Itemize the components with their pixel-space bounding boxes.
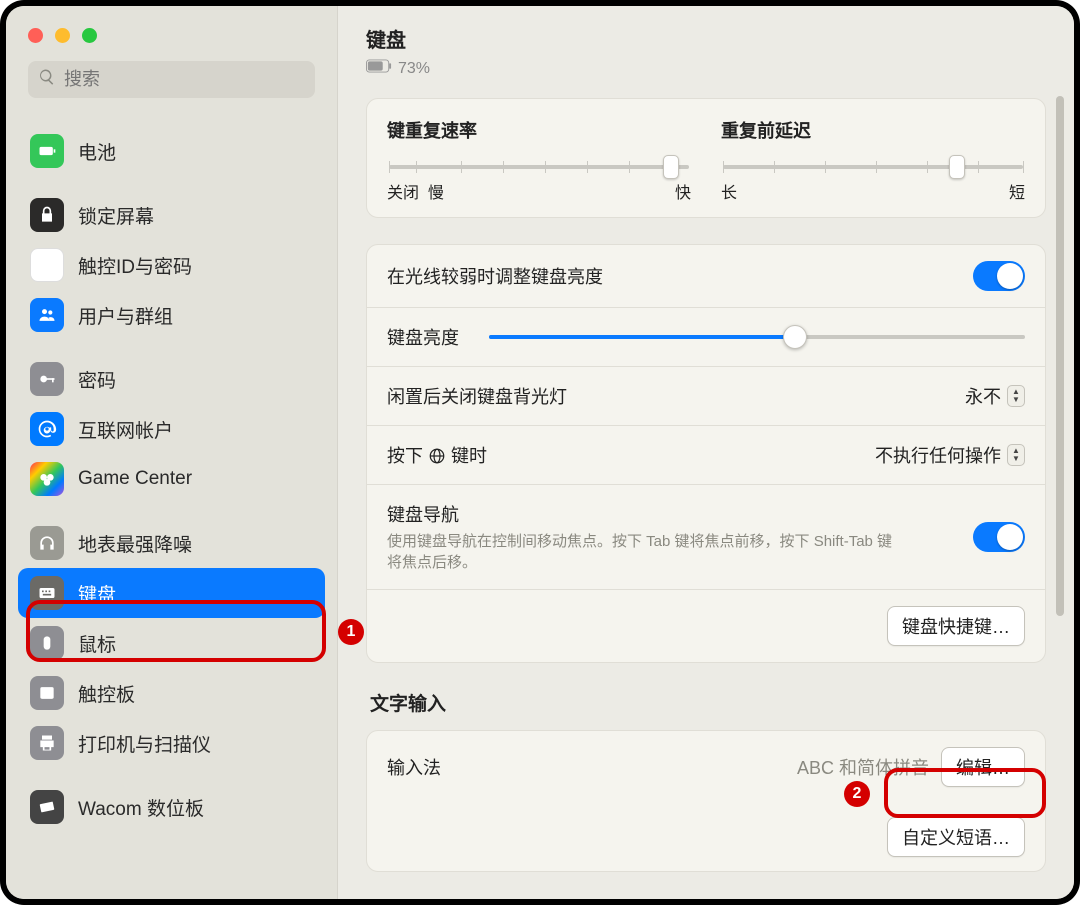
trackpad-icon: [30, 676, 64, 710]
printer-icon: [30, 726, 64, 760]
search-input[interactable]: [64, 69, 305, 90]
annotation-badge-2: 2: [844, 781, 870, 807]
window-controls: [6, 20, 337, 61]
globe-key-select[interactable]: 不执行任何操作 ▲▼: [875, 442, 1025, 468]
panel-text-input: 输入法 ABC 和简体拼音 编辑… 自定义短语…: [366, 730, 1046, 872]
users-icon: [30, 298, 64, 332]
sidebar-item-label: 打印机与扫描仪: [78, 730, 211, 757]
battery-percent: 73%: [398, 60, 430, 78]
input-method-label: 输入法: [387, 754, 441, 780]
panel-repeat: 键重复速率 关闭 慢 快: [366, 98, 1046, 218]
brightness-label: 键盘亮度: [387, 324, 459, 350]
input-method-value: ABC 和简体拼音: [797, 754, 929, 780]
dictation-title: 听写: [370, 898, 1046, 899]
search-icon: [38, 68, 56, 91]
globe-icon: [428, 447, 446, 465]
sidebar-item-gamecenter[interactable]: Game Center: [18, 454, 325, 504]
sidebar-item-label: 互联网帐户: [78, 416, 173, 443]
battery-status: 73%: [366, 59, 1046, 78]
sidebar-item-users[interactable]: 用户与群组: [18, 290, 325, 340]
stepper-icon: ▲▼: [1007, 385, 1025, 407]
keyboard-shortcuts-button[interactable]: 键盘快捷键…: [887, 606, 1025, 646]
settings-window: 电池 锁定屏幕 触控ID与密码 用户与群组: [6, 6, 1074, 899]
panel-keyboard-settings: 在光线较弱时调整键盘亮度 键盘亮度 闲置后关闭键盘背光灯 永不 ▲▼: [366, 244, 1046, 663]
sidebar-item-label: 密码: [78, 366, 116, 393]
main-pane: 键盘 73% 键重复速率: [338, 6, 1074, 899]
sidebar-item-lockscreen[interactable]: 锁定屏幕: [18, 190, 325, 240]
sidebar-item-passwords[interactable]: 密码: [18, 354, 325, 404]
sidebar: 电池 锁定屏幕 触控ID与密码 用户与群组: [6, 6, 338, 899]
adjust-brightness-toggle[interactable]: [973, 261, 1025, 291]
sidebar-item-printers[interactable]: 打印机与扫描仪: [18, 718, 325, 768]
headphones-icon: [30, 526, 64, 560]
sidebar-item-trackpad[interactable]: 触控板: [18, 668, 325, 718]
sidebar-item-wacom[interactable]: Wacom 数位板: [18, 782, 325, 832]
mouse-icon: [30, 626, 64, 660]
delay-slider[interactable]: [723, 165, 1023, 169]
brightness-slider[interactable]: [489, 325, 1025, 349]
fingerprint-icon: [30, 248, 64, 282]
custom-phrases-button[interactable]: 自定义短语…: [887, 817, 1025, 857]
sidebar-item-label: Game Center: [78, 468, 192, 490]
annotation-badge-1: 1: [338, 619, 364, 645]
battery-icon: [366, 59, 392, 78]
backlight-off-label: 闲置后关闭键盘背光灯: [387, 383, 567, 409]
page-title: 键盘: [366, 24, 406, 53]
sidebar-item-noise[interactable]: 地表最强降噪: [18, 518, 325, 568]
repeat-rate-slider[interactable]: [389, 165, 689, 169]
tablet-icon: [30, 790, 64, 824]
search-box[interactable]: [28, 61, 315, 98]
keyboard-icon: [30, 576, 64, 610]
sidebar-item-battery[interactable]: 电池: [18, 126, 325, 176]
sidebar-item-label: 用户与群组: [78, 302, 173, 329]
scrollbar[interactable]: [1056, 96, 1064, 616]
stepper-icon: ▲▼: [1007, 444, 1025, 466]
lock-icon: [30, 198, 64, 232]
key-icon: [30, 362, 64, 396]
keyboard-nav-toggle[interactable]: [973, 522, 1025, 552]
sidebar-item-label: 触控板: [78, 680, 135, 707]
sidebar-item-mouse[interactable]: 鼠标: [18, 618, 325, 668]
close-icon[interactable]: [28, 28, 43, 43]
battery-icon: [30, 134, 64, 168]
gamecenter-icon: [30, 462, 64, 496]
text-input-title: 文字输入: [370, 689, 1046, 716]
keyboard-nav-desc: 使用键盘导航在控制间移动焦点。按下 Tab 键将焦点前移，按下 Shift-Ta…: [387, 531, 907, 573]
sidebar-item-label: 触控ID与密码: [78, 252, 192, 279]
repeat-rate-label: 键重复速率: [387, 117, 691, 143]
globe-key-label: 按下 键时: [387, 442, 487, 468]
sidebar-nav: 电池 锁定屏幕 触控ID与密码 用户与群组: [6, 112, 337, 899]
sidebar-item-touchid[interactable]: 触控ID与密码: [18, 240, 325, 290]
sidebar-item-label: Wacom 数位板: [78, 794, 204, 821]
sidebar-item-label: 地表最强降噪: [78, 530, 192, 557]
minimize-icon[interactable]: [55, 28, 70, 43]
sidebar-item-label: 锁定屏幕: [78, 202, 154, 229]
sidebar-item-keyboard[interactable]: 键盘: [18, 568, 325, 618]
sidebar-item-label: 鼠标: [78, 630, 116, 657]
zoom-icon[interactable]: [82, 28, 97, 43]
delay-label: 重复前延迟: [721, 117, 1025, 143]
sidebar-item-label: 键盘: [78, 580, 116, 607]
backlight-off-select[interactable]: 永不 ▲▼: [965, 383, 1025, 409]
sidebar-item-internet[interactable]: 互联网帐户: [18, 404, 325, 454]
adjust-brightness-label: 在光线较弱时调整键盘亮度: [387, 263, 603, 289]
keyboard-nav-label: 键盘导航: [387, 501, 907, 527]
at-icon: [30, 412, 64, 446]
sidebar-item-label: 电池: [78, 138, 116, 165]
input-method-edit-button[interactable]: 编辑…: [941, 747, 1025, 787]
